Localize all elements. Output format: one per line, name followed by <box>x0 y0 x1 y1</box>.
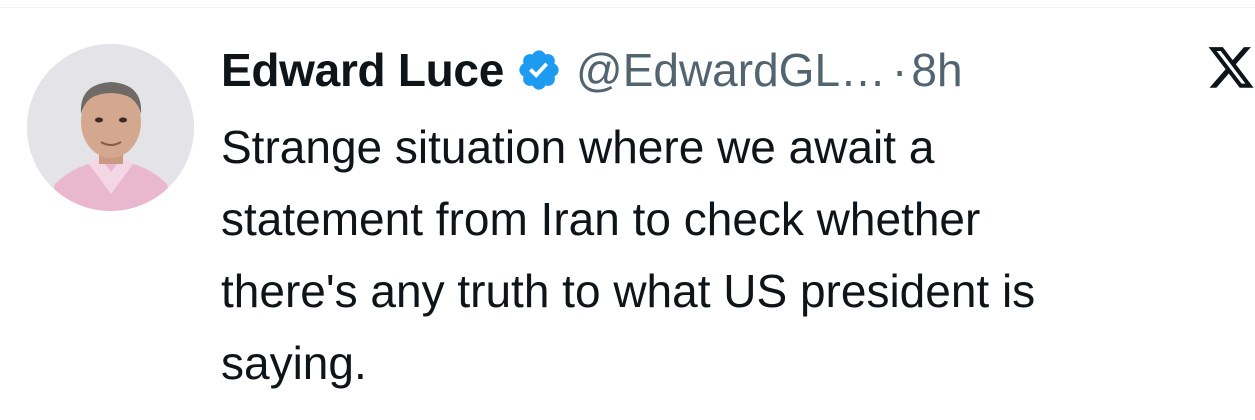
author-name[interactable]: Edward Luce <box>221 43 504 97</box>
tweet-text-line: there's any truth to what US president i… <box>221 265 1036 317</box>
tweet-text-line: statement from Iran to check whether <box>221 193 981 245</box>
verified-badge-icon <box>516 47 562 93</box>
tweet-header: Edward Luce @EdwardGL… · 8h <box>221 40 963 100</box>
tweet-card: Edward Luce @EdwardGL… · 8h Strange situ… <box>0 0 1255 420</box>
avatar[interactable] <box>27 44 194 211</box>
separator-dot: · <box>892 44 908 96</box>
avatar-photo <box>27 44 194 211</box>
timestamp[interactable]: 8h <box>911 43 962 97</box>
tweet-text: Strange situation where we await a state… <box>221 111 1246 399</box>
tweet-text-line: saying. <box>221 337 367 389</box>
author-handle[interactable]: @EdwardGL… <box>576 43 886 97</box>
tweet-text-line: Strange situation where we await a <box>221 121 935 173</box>
x-logo-icon[interactable] <box>1206 47 1255 93</box>
